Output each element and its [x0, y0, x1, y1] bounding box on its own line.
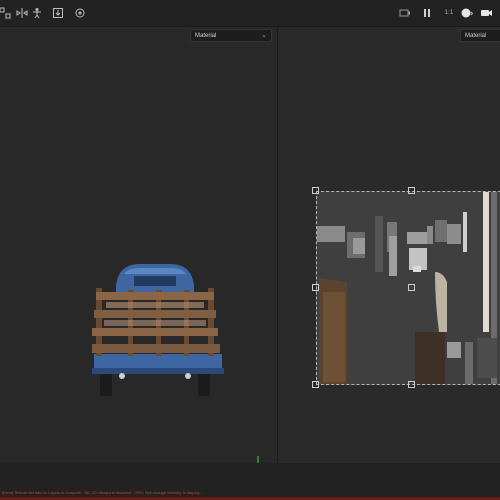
uv-handle-top-left[interactable] — [312, 187, 319, 194]
uv-handle-top-center[interactable] — [408, 187, 415, 194]
viewport-2d-channel-label: Material — [465, 32, 487, 39]
top-toolbar: 1:1 — [0, 0, 500, 27]
export-icon[interactable] — [49, 4, 67, 22]
grid-snap-icon[interactable] — [0, 4, 14, 22]
uv-handle-bottom-center[interactable] — [408, 381, 415, 388]
truck-model[interactable] — [88, 258, 228, 400]
ratio-label: 1:1 — [444, 10, 454, 16]
record-icon[interactable] — [478, 4, 496, 22]
uv-handle-bottom-left[interactable] — [312, 381, 319, 388]
mannequin-icon[interactable] — [28, 4, 46, 22]
settings-icon[interactable] — [71, 4, 89, 22]
wireframe-icon[interactable]: 1:1 — [440, 4, 458, 22]
viewport-3d-channel-dropdown[interactable]: Material ⌄ — [190, 29, 272, 42]
chevron-down-icon: ⌄ — [261, 32, 267, 39]
pause-icon[interactable] — [418, 4, 436, 22]
status-bar: [Error] Texture set has no Layers to com… — [0, 463, 500, 500]
viewport-2d-channel-dropdown[interactable]: Material — [460, 29, 500, 42]
status-error-message[interactable]: [Error] Texture set has no Layers to com… — [2, 490, 203, 495]
viewport-3d-channel-label: Material — [195, 32, 217, 39]
camera-icon[interactable] — [396, 4, 414, 22]
uv-handle-middle-left[interactable] — [312, 284, 319, 291]
render-mode-icon[interactable] — [458, 4, 476, 22]
uv-handle-center[interactable] — [408, 284, 415, 291]
